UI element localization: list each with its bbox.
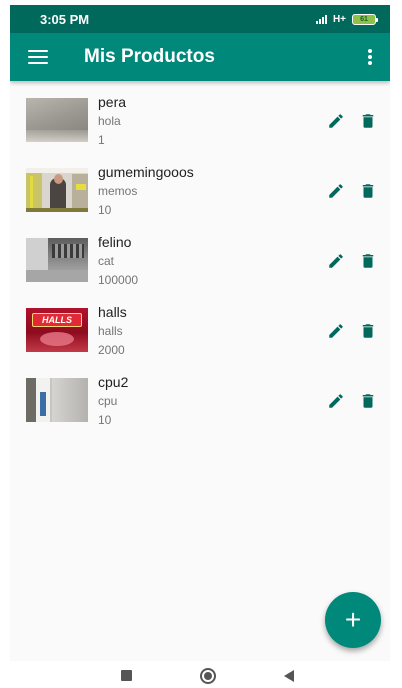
list-item[interactable]: cpu2 cpu 10 [10,365,390,435]
list-item[interactable]: HALLS halls halls 2000 [10,295,390,365]
product-name: gumemingooos [98,164,194,180]
pencil-icon[interactable] [326,181,346,201]
product-thumbnail [26,238,88,282]
recents-icon[interactable] [121,670,132,681]
product-quantity: 2000 [98,343,125,357]
trash-icon[interactable] [358,111,378,131]
pencil-icon[interactable] [326,251,346,271]
list-item[interactable]: pera hola 1 [10,85,390,155]
trash-icon[interactable] [358,181,378,201]
page-title: Mis Productos [84,46,215,67]
product-thumbnail [26,378,88,422]
pencil-icon[interactable] [326,391,346,411]
product-description: halls [98,324,123,338]
status-icons: H+ 61 [315,13,378,25]
system-nav-bar [0,661,402,688]
battery-level: 61 [360,15,368,23]
battery-icon: 61 [352,13,378,25]
app-bar: Mis Productos [10,33,390,81]
product-list: pera hola 1 gumemingooos memos 10 felino… [10,81,390,435]
add-product-button[interactable]: + [325,592,381,648]
product-quantity: 1 [98,133,105,147]
pencil-icon[interactable] [326,321,346,341]
home-icon[interactable] [200,668,216,684]
product-quantity: 100000 [98,273,139,287]
plus-icon: + [344,604,362,635]
phone-screen: 3:05 PM H+ 61 Mis Productos pera hola 1 … [10,5,390,661]
product-description: cat [98,254,115,268]
pencil-icon[interactable] [326,111,346,131]
back-icon[interactable] [284,670,294,682]
product-description: memos [98,184,138,198]
product-quantity: 10 [98,203,112,217]
status-bar: 3:05 PM H+ 61 [10,5,390,33]
product-description: hola [98,114,121,128]
network-type: H+ [332,13,346,25]
product-name: felino [98,234,132,250]
product-thumbnail: HALLS [26,308,88,352]
product-name: pera [98,94,127,110]
list-item[interactable]: gumemingooos memos 10 [10,155,390,225]
more-vert-icon[interactable] [360,47,380,67]
status-time: 3:05 PM [40,11,90,27]
trash-icon[interactable] [358,391,378,411]
product-quantity: 10 [98,413,112,427]
trash-icon[interactable] [358,251,378,271]
menu-icon[interactable] [28,50,48,64]
thumbnail-brand-text: HALLS [42,315,72,325]
product-name: halls [98,304,127,320]
list-item[interactable]: felino cat 100000 [10,225,390,295]
trash-icon[interactable] [358,321,378,341]
signal-icon [315,14,327,24]
product-thumbnail [26,168,88,212]
product-description: cpu [98,394,118,408]
product-name: cpu2 [98,374,129,390]
product-thumbnail [26,98,88,142]
